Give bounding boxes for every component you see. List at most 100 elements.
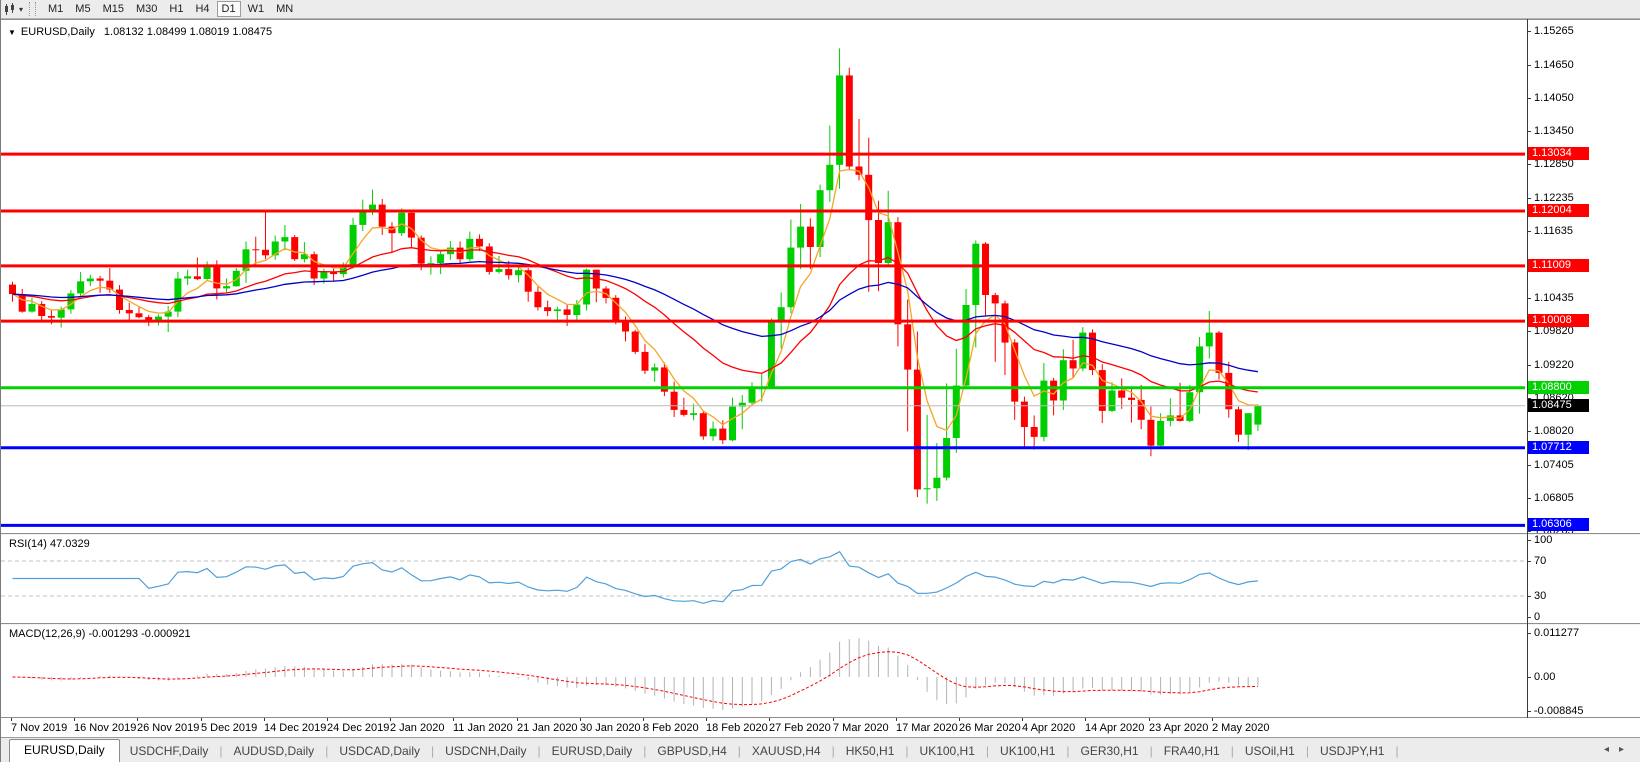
price-tick-label: 1.11635	[1534, 225, 1573, 237]
time-tick-label: 14 Dec 2019	[264, 722, 326, 734]
time-tick-mark	[959, 718, 960, 721]
rsi-value: 47.0329	[50, 538, 90, 550]
current-price-label: 1.08475	[1527, 399, 1589, 412]
chart-tab-ger30-h1[interactable]: GER30,H1	[1071, 741, 1149, 762]
time-tick-label: 7 Mar 2020	[833, 722, 889, 734]
hline-price-label: 1.06306	[1527, 518, 1589, 531]
price-tick-label: 1.08020	[1534, 425, 1574, 437]
timeframe-button-h1[interactable]: H1	[164, 1, 188, 17]
time-tick-label: 7 Nov 2019	[11, 722, 67, 734]
timeframe-button-mn[interactable]: MN	[271, 1, 298, 17]
time-tick-label: 21 Jan 2020	[517, 722, 578, 734]
hline-price-label: 1.10008	[1527, 314, 1589, 327]
time-tick-label: 16 Nov 2019	[74, 722, 136, 734]
rsi-tick-label: 70	[1534, 555, 1546, 567]
timeframe-toolbar: ▾ M1M5M15M30H1H4D1W1MN	[1, 0, 1640, 19]
price-tick-label: 1.15265	[1534, 25, 1574, 37]
chart-tab-eurusd-daily[interactable]: EURUSD,Daily	[9, 739, 120, 762]
chart-title-collapse-icon[interactable]: ▼	[8, 28, 16, 37]
chart-title: ▼EURUSD,Daily1.08132 1.08499 1.08019 1.0…	[8, 26, 272, 38]
time-tick-mark	[896, 718, 897, 721]
tab-scroll-arrows: ◂▸	[1604, 744, 1634, 755]
rsi-panel[interactable]: RSI(14) 47.0329	[1, 535, 1525, 623]
price-tick-label: 1.06805	[1534, 492, 1574, 504]
chart-type-icon[interactable]: ▾	[3, 3, 27, 16]
time-tick-mark	[264, 718, 265, 721]
timeframe-button-m30[interactable]: M30	[131, 1, 162, 17]
macd-label: MACD(12,26,9) -0.001293 -0.000921	[9, 628, 191, 640]
macd-panel[interactable]: MACD(12,26,9) -0.001293 -0.000921	[1, 625, 1525, 717]
timeframe-button-w1[interactable]: W1	[243, 1, 270, 17]
chart-tab-fra40-h1[interactable]: FRA40,H1	[1154, 741, 1230, 762]
tab-separator: |	[1394, 744, 1399, 762]
time-tick-mark	[1212, 718, 1213, 721]
time-tick-mark	[390, 718, 391, 721]
time-tick-label: 17 Mar 2020	[896, 722, 958, 734]
macd-tick-label: 0.00	[1534, 671, 1555, 683]
time-tick-label: 23 Apr 2020	[1149, 722, 1208, 734]
chart-tab-usoil-h1[interactable]: USOil,H1	[1235, 741, 1305, 762]
time-tick-label: 4 Apr 2020	[1022, 722, 1075, 734]
time-tick-label: 26 Nov 2019	[137, 722, 199, 734]
price-axis-line	[1527, 19, 1528, 737]
chart-tab-eurusd-daily[interactable]: EURUSD,Daily	[542, 741, 643, 762]
timeframe-button-m5[interactable]: M5	[70, 1, 95, 17]
candlestick-glyph	[3, 3, 17, 16]
time-tick-mark	[580, 718, 581, 721]
chart-tab-xauusd-h4[interactable]: XAUUSD,H4	[742, 741, 831, 762]
timeframe-button-d1[interactable]: D1	[217, 1, 241, 17]
time-tick-mark	[11, 718, 12, 721]
timeframe-buttons: M1M5M15M30H1H4D1W1MN	[42, 3, 299, 16]
hline-price-label: 1.08800	[1527, 381, 1589, 394]
time-tick-mark	[517, 718, 518, 721]
timeframe-button-m15[interactable]: M15	[98, 1, 129, 17]
chart-tab-bar: EURUSD,DailyUSDCHF,Daily|AUDUSD,Daily|US…	[1, 737, 1640, 762]
chart-tab-usdjpy-h1[interactable]: USDJPY,H1	[1310, 741, 1394, 762]
hline-price-label: 1.12004	[1527, 204, 1589, 217]
time-tick-label: 26 Mar 2020	[959, 722, 1021, 734]
time-tick-label: 2 Jan 2020	[390, 722, 444, 734]
price-tick-label: 1.14650	[1534, 59, 1574, 71]
time-tick-mark	[201, 718, 202, 721]
chart-tab-gbpusd-h4[interactable]: GBPUSD,H4	[647, 741, 736, 762]
time-tick-label: 18 Feb 2020	[706, 722, 768, 734]
macd-values: -0.001293 -0.000921	[88, 628, 190, 640]
time-tick-mark	[833, 718, 834, 721]
trading-platform-window: ▾ M1M5M15M30H1H4D1W1MN ▼EURUSD,Daily1.08…	[0, 0, 1640, 762]
tab-scroll-left-icon[interactable]: ◂	[1604, 744, 1619, 755]
price-tick-label: 1.09220	[1534, 359, 1574, 371]
timeframe-button-m1[interactable]: M1	[43, 1, 68, 17]
rsi-tick-label: 100	[1534, 534, 1552, 546]
rsi-name: RSI(14)	[9, 538, 47, 550]
chart-tab-uk100-h1[interactable]: UK100,H1	[990, 741, 1065, 762]
tab-scroll-right-icon[interactable]: ▸	[1619, 744, 1634, 755]
chart-tab-hk50-h1[interactable]: HK50,H1	[836, 741, 905, 762]
hline-price-label: 1.11009	[1527, 259, 1589, 272]
time-tick-label: 8 Feb 2020	[643, 722, 699, 734]
chart-tab-usdchf-daily[interactable]: USDCHF,Daily	[120, 741, 219, 762]
time-tick-label: 11 Jan 2020	[453, 722, 513, 734]
time-tick-label: 24 Dec 2019	[327, 722, 389, 734]
time-tick-label: 5 Dec 2019	[201, 722, 257, 734]
price-axis[interactable]: 1.152651.146501.140501.134501.128501.122…	[1527, 20, 1640, 533]
timeframe-button-h4[interactable]: H4	[190, 1, 214, 17]
chart-tab-usdcad-daily[interactable]: USDCAD,Daily	[329, 741, 430, 762]
macd-plot[interactable]	[1, 625, 1525, 717]
macd-tick-label: 0.011277	[1534, 627, 1579, 639]
chart-tab-audusd-daily[interactable]: AUDUSD,Daily	[224, 741, 325, 762]
price-tick-label: 1.13450	[1534, 125, 1574, 137]
toolbar-grip	[29, 2, 36, 16]
rsi-axis[interactable]: 10070300	[1527, 535, 1640, 623]
chart-tab-usdcnh-daily[interactable]: USDCNH,Daily	[435, 741, 536, 762]
main-chart-panel[interactable]: ▼EURUSD,Daily1.08132 1.08499 1.08019 1.0…	[1, 20, 1525, 533]
chart-tab-uk100-h1[interactable]: UK100,H1	[910, 741, 985, 762]
time-tick-label: 30 Jan 2020	[580, 722, 641, 734]
chevron-down-icon[interactable]: ▾	[19, 5, 23, 14]
candlestick-chart[interactable]	[1, 20, 1525, 533]
time-tick-mark	[1085, 718, 1086, 721]
macd-axis[interactable]: 0.0112770.00-0.008845	[1527, 625, 1640, 717]
rsi-plot[interactable]	[1, 535, 1525, 623]
time-axis[interactable]: 7 Nov 2019 16 Nov 201926 Nov 20195 Dec 20…	[1, 718, 1640, 737]
time-tick-mark	[706, 718, 707, 721]
price-tick-label: 1.14050	[1534, 92, 1574, 104]
